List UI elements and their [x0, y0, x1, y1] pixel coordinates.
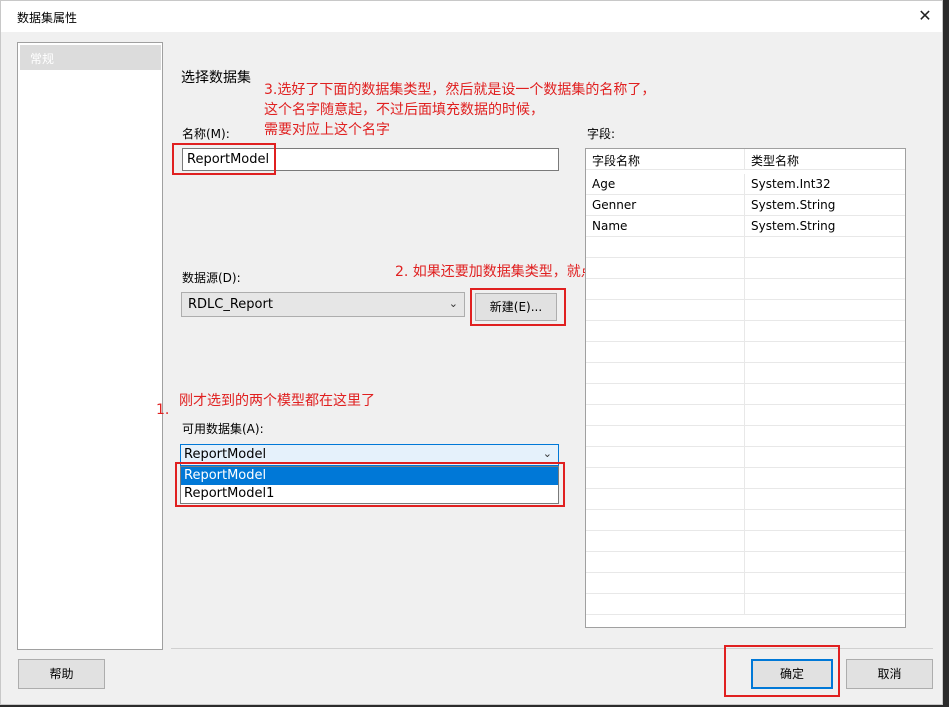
table-row-empty	[586, 279, 905, 300]
table-row-empty	[586, 468, 905, 489]
chevron-down-icon: ⌄	[542, 447, 552, 460]
annotation-step3-line3: 需要对应上这个名字	[264, 122, 390, 138]
datasource-label: 数据源(D):	[182, 271, 241, 285]
name-label: 名称(M):	[182, 127, 230, 141]
new-datasource-button[interactable]: 新建(E)...	[475, 293, 557, 321]
grid-header-row: 字段名称 类型名称	[586, 149, 905, 170]
nav-item-label: 常规	[30, 52, 55, 66]
field-type-cell: System.String	[751, 219, 836, 233]
table-row-empty	[586, 552, 905, 573]
close-icon[interactable]: ✕	[914, 5, 936, 27]
window-title: 数据集属性	[17, 11, 78, 25]
datasource-select[interactable]: RDLC_Report ⌄	[181, 292, 465, 317]
help-button[interactable]: 帮助	[18, 659, 105, 689]
table-row-empty	[586, 594, 905, 615]
table-row[interactable]: Age System.Int32	[586, 174, 905, 195]
table-row-empty	[586, 510, 905, 531]
column-header-field-name[interactable]: 字段名称	[586, 149, 745, 170]
nav-item-general[interactable]: 常规	[20, 45, 161, 70]
table-row-empty	[586, 237, 905, 258]
annotation-step3-line1: 3.选好了下面的数据集类型，然后就是设一个数据集的名称了，	[264, 82, 656, 98]
table-row[interactable]: Genner System.String	[586, 195, 905, 216]
table-row-empty	[586, 342, 905, 363]
table-row-empty	[586, 363, 905, 384]
dialog-window: 数据集属性 ✕ 常规 选择数据集 3.选好了下面的数据集类型，然后就是设一个数据…	[0, 0, 943, 705]
annotation-step3-line2: 这个名字随意起，不过后面填充数据的时候，	[264, 102, 544, 118]
dropdown-option[interactable]: ReportModel	[181, 467, 558, 485]
field-name-cell: Genner	[586, 195, 745, 216]
title-bar: 数据集属性 ✕	[1, 1, 942, 32]
chevron-down-icon: ⌄	[448, 297, 458, 310]
dropdown-option[interactable]: ReportModel1	[181, 485, 558, 503]
table-row-empty	[586, 258, 905, 279]
section-title: 选择数据集	[181, 70, 251, 86]
available-select[interactable]: ReportModel ⌄	[180, 444, 559, 466]
available-value: ReportModel	[184, 447, 267, 462]
ok-button[interactable]: 确定	[751, 659, 833, 689]
table-row[interactable]: Name System.String	[586, 216, 905, 237]
name-input[interactable]: ReportModel	[182, 148, 559, 171]
field-type-cell: System.Int32	[751, 177, 831, 191]
table-row-empty	[586, 300, 905, 321]
nav-panel: 常规	[17, 42, 163, 650]
table-row-empty	[586, 321, 905, 342]
available-label: 可用数据集(A):	[182, 422, 264, 436]
available-dropdown-list: ReportModel ReportModel1	[180, 466, 559, 504]
table-row-empty	[586, 447, 905, 468]
cancel-button[interactable]: 取消	[846, 659, 933, 689]
fields-label: 字段:	[587, 127, 616, 141]
table-row-empty	[586, 405, 905, 426]
fields-grid: 字段名称 类型名称 Age System.Int32 Genner System…	[585, 148, 906, 628]
table-row-empty	[586, 531, 905, 552]
field-type-cell: System.String	[751, 198, 836, 212]
footer-divider	[171, 648, 933, 649]
annotation-step1-number: 1.	[156, 402, 170, 418]
field-name-cell: Age	[586, 174, 745, 195]
annotation-step1: 刚才选到的两个模型都在这里了	[179, 393, 375, 409]
table-row-empty	[586, 489, 905, 510]
field-name-cell: Name	[586, 216, 745, 237]
datasource-value: RDLC_Report	[188, 297, 273, 312]
table-row-empty	[586, 426, 905, 447]
table-row-empty	[586, 573, 905, 594]
table-row-empty	[586, 384, 905, 405]
column-header-type-name[interactable]: 类型名称	[745, 149, 905, 170]
